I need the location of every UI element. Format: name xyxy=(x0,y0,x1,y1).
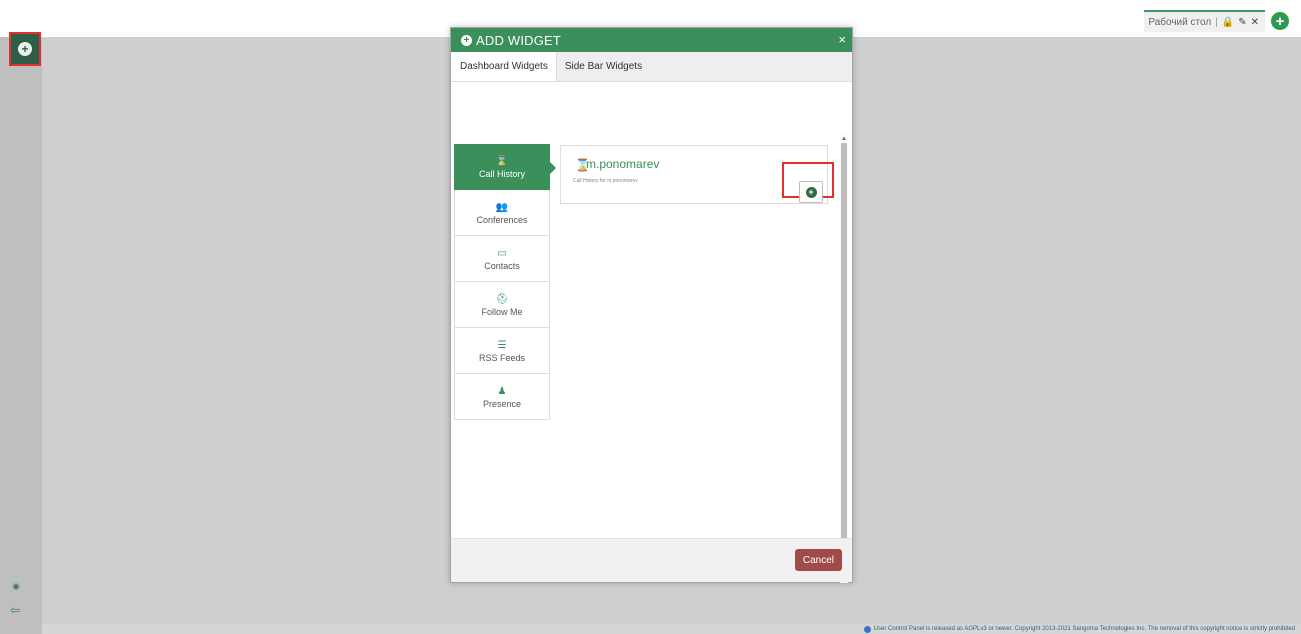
widget-item-label: Conferences xyxy=(476,214,528,225)
widget-item-label: Call History xyxy=(478,169,525,179)
copyright-notice: User Control Panel is released as AGPLv3… xyxy=(863,624,1295,634)
widget-item-contacts[interactable]: ▭ Contacts xyxy=(454,236,550,282)
users-icon: 👥 xyxy=(495,201,509,213)
plus-icon: + xyxy=(18,42,32,56)
gear-icon[interactable]: ✷ xyxy=(11,581,21,593)
widget-description: Call History for m.ponomarev xyxy=(573,178,638,184)
plus-icon: + xyxy=(805,186,817,198)
dashboard-tab[interactable]: Рабочий стол | 🔒 ✎ ✕ xyxy=(1144,10,1265,32)
add-widget-button[interactable]: + xyxy=(799,181,823,203)
modal-tabs: Dashboard Widgets Side Bar Widgets xyxy=(451,52,852,82)
separator: | xyxy=(1215,16,1218,28)
close-icon[interactable]: ✕ xyxy=(1251,17,1259,28)
modal-body: ⌛ Call History 👥 Conferences ▭ Contacts … xyxy=(451,82,852,583)
close-icon[interactable]: × xyxy=(838,32,846,48)
widget-name: m.ponomarev xyxy=(586,157,660,171)
widget-item-rss-feeds[interactable]: ☰ RSS Feeds xyxy=(454,328,550,374)
scroll-thumb[interactable] xyxy=(841,143,847,553)
widget-item-label: Contacts xyxy=(484,260,520,271)
copyright-text: User Control Panel is released as AGPLv3… xyxy=(873,626,1295,632)
binoculars-icon: ⛑ xyxy=(495,293,509,305)
scrollbar[interactable]: ▲ ▼ xyxy=(840,135,848,583)
add-tab-button[interactable]: + xyxy=(1271,12,1289,30)
contact-card-icon: ▭ xyxy=(497,247,507,259)
tab-side-bar-widgets[interactable]: Side Bar Widgets xyxy=(557,52,650,81)
widget-item-label: Presence xyxy=(482,398,522,409)
plus-circle-icon: + xyxy=(461,34,472,46)
lock-icon[interactable]: 🔒 xyxy=(1222,17,1234,28)
modal-header: + ADD WIDGET × xyxy=(451,28,852,52)
user-icon: ♟ xyxy=(497,385,507,397)
scroll-up-icon[interactable]: ▲ xyxy=(840,135,848,143)
modal-footer: Cancel xyxy=(451,538,852,582)
widget-item-presence[interactable]: ♟ Presence xyxy=(454,374,550,420)
widget-item-label: RSS Feeds xyxy=(478,352,526,363)
widget-category-list: ⌛ Call History 👥 Conferences ▭ Contacts … xyxy=(454,144,556,420)
add-widget-modal: + ADD WIDGET × Dashboard Widgets Side Ba… xyxy=(450,27,853,583)
logout-icon[interactable]: ⇦ xyxy=(10,604,22,616)
rss-icon: ☰ xyxy=(497,339,507,351)
pencil-icon[interactable]: ✎ xyxy=(1238,17,1246,28)
hourglass-icon: ⌛ xyxy=(495,156,509,167)
widget-item-label: Follow Me xyxy=(481,306,523,317)
tab-dashboard-widgets[interactable]: Dashboard Widgets xyxy=(451,52,557,81)
globe-icon xyxy=(863,625,871,633)
dashboard-tab-label: Рабочий стол xyxy=(1148,16,1212,28)
cancel-button[interactable]: Cancel xyxy=(794,549,842,571)
widget-item-follow-me[interactable]: ⛑ Follow Me xyxy=(454,282,550,328)
widget-item-call-history[interactable]: ⌛ Call History xyxy=(454,144,556,190)
add-dashboard-button[interactable]: + xyxy=(9,32,41,66)
modal-title: ADD WIDGET xyxy=(476,32,562,48)
widget-item-conferences[interactable]: 👥 Conferences xyxy=(454,190,550,236)
dashboard-tabs: Рабочий стол | 🔒 ✎ ✕ + xyxy=(1144,10,1289,32)
left-sidebar xyxy=(0,37,42,634)
